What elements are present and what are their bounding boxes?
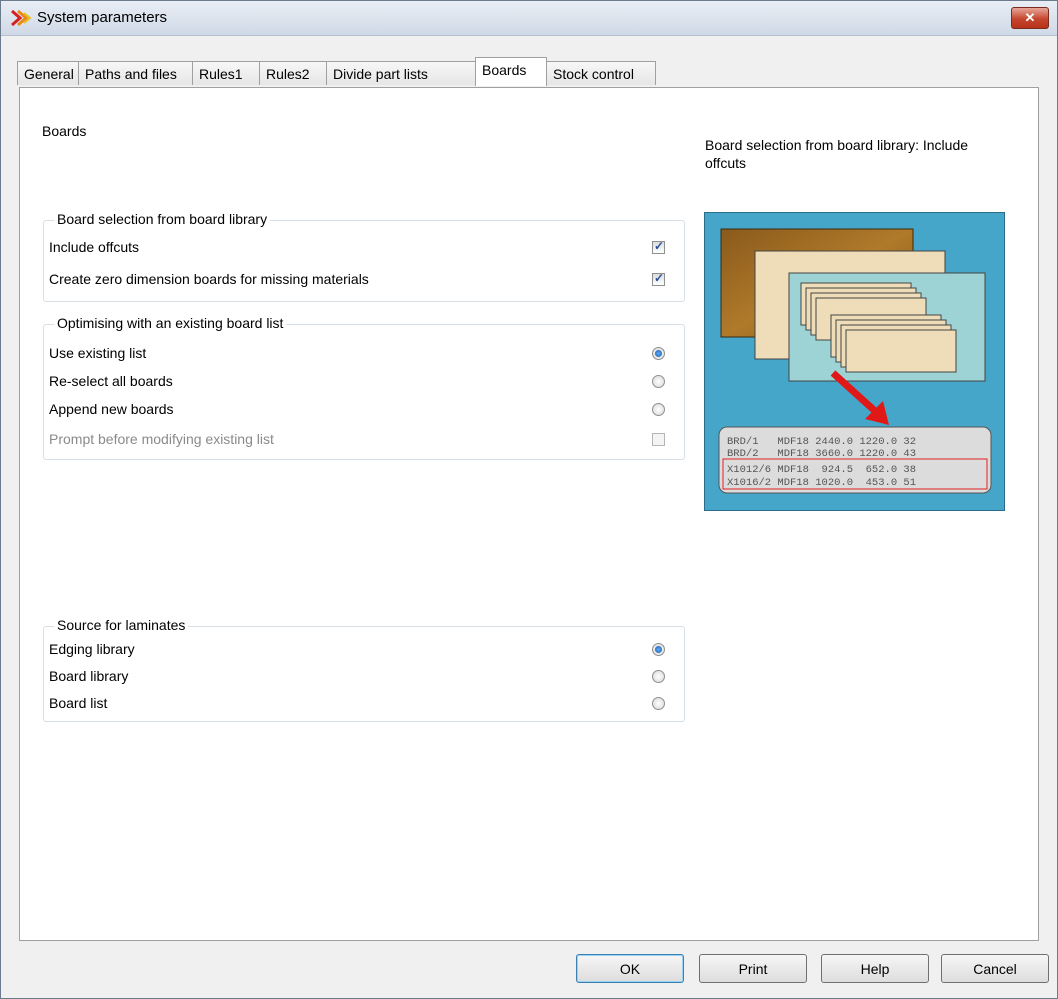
section-title: Boards: [42, 123, 87, 139]
dialog-window: System parameters ✕ General Paths and fi…: [0, 0, 1058, 999]
prompt-before-modifying-checkbox[interactable]: [652, 433, 665, 446]
illustration-row-4: X1016/2 MDF18 1020.0 453.0 51: [727, 477, 916, 489]
tab-panel-boards: Boards Board selection from board librar…: [19, 87, 1039, 941]
group-legend: Source for laminates: [54, 617, 189, 633]
include-offcuts-label: Include offcuts: [49, 239, 140, 255]
tab-boards[interactable]: Boards: [475, 57, 547, 86]
optimising-group: Optimising with an existing board list U…: [43, 315, 685, 460]
tab-general[interactable]: General: [17, 61, 79, 85]
edging-library-label: Edging library: [49, 641, 135, 657]
close-icon: ✕: [1024, 10, 1036, 25]
board-list-label: Board list: [49, 695, 108, 711]
zero-dimension-boards-checkbox[interactable]: [652, 271, 665, 286]
board-library-radio[interactable]: [652, 670, 665, 683]
board-list-radio[interactable]: [652, 697, 665, 710]
illustration-row-2: BRD/2 MDF18 3660.0 1220.0 43: [727, 448, 916, 460]
include-offcuts-checkbox[interactable]: [652, 239, 665, 254]
illustration-graphic: BRD/1 MDF18 2440.0 1220.0 32 BRD/2 MDF18…: [718, 228, 992, 494]
print-button[interactable]: Print: [699, 954, 807, 983]
board-library-label: Board library: [49, 668, 129, 684]
prompt-before-modifying-label: Prompt before modifying existing list: [49, 431, 274, 447]
append-new-boards-radio[interactable]: [652, 403, 665, 416]
board-selection-group: Board selection from board library Inclu…: [43, 211, 685, 302]
zero-dimension-boards-label: Create zero dimension boards for missing…: [49, 271, 369, 287]
cancel-button[interactable]: Cancel: [941, 954, 1049, 983]
board-selection-illustration: BRD/1 MDF18 2440.0 1220.0 32 BRD/2 MDF18…: [704, 212, 1005, 511]
window-title: System parameters: [37, 9, 168, 26]
use-existing-list-label: Use existing list: [49, 345, 147, 361]
append-new-boards-label: Append new boards: [49, 401, 174, 417]
use-existing-list-radio[interactable]: [652, 347, 665, 360]
title-bar[interactable]: System parameters ✕: [1, 1, 1057, 36]
group-legend: Optimising with an existing board list: [54, 315, 287, 331]
tab-rules2[interactable]: Rules2: [259, 61, 327, 85]
app-logo-icon: [11, 9, 32, 27]
edging-library-radio[interactable]: [652, 643, 665, 656]
reselect-all-boards-radio[interactable]: [652, 375, 665, 388]
group-legend: Board selection from board library: [54, 211, 271, 227]
help-button[interactable]: Help: [821, 954, 929, 983]
reselect-all-boards-label: Re-select all boards: [49, 373, 173, 389]
help-description: Board selection from board library: Incl…: [705, 137, 969, 171]
tab-divide-part-lists[interactable]: Divide part lists: [326, 61, 476, 85]
ok-button[interactable]: OK: [576, 954, 684, 983]
laminates-group: Source for laminates Edging library Boar…: [43, 617, 685, 722]
illustration-row-1: BRD/1 MDF18 2440.0 1220.0 32: [727, 436, 916, 448]
tab-rules1[interactable]: Rules1: [192, 61, 260, 85]
tab-paths-and-files[interactable]: Paths and files: [78, 61, 193, 85]
close-button[interactable]: ✕: [1011, 7, 1049, 29]
tab-stock-control[interactable]: Stock control: [546, 61, 656, 85]
illustration-row-3: X1012/6 MDF18 924.5 652.0 38: [727, 464, 916, 476]
